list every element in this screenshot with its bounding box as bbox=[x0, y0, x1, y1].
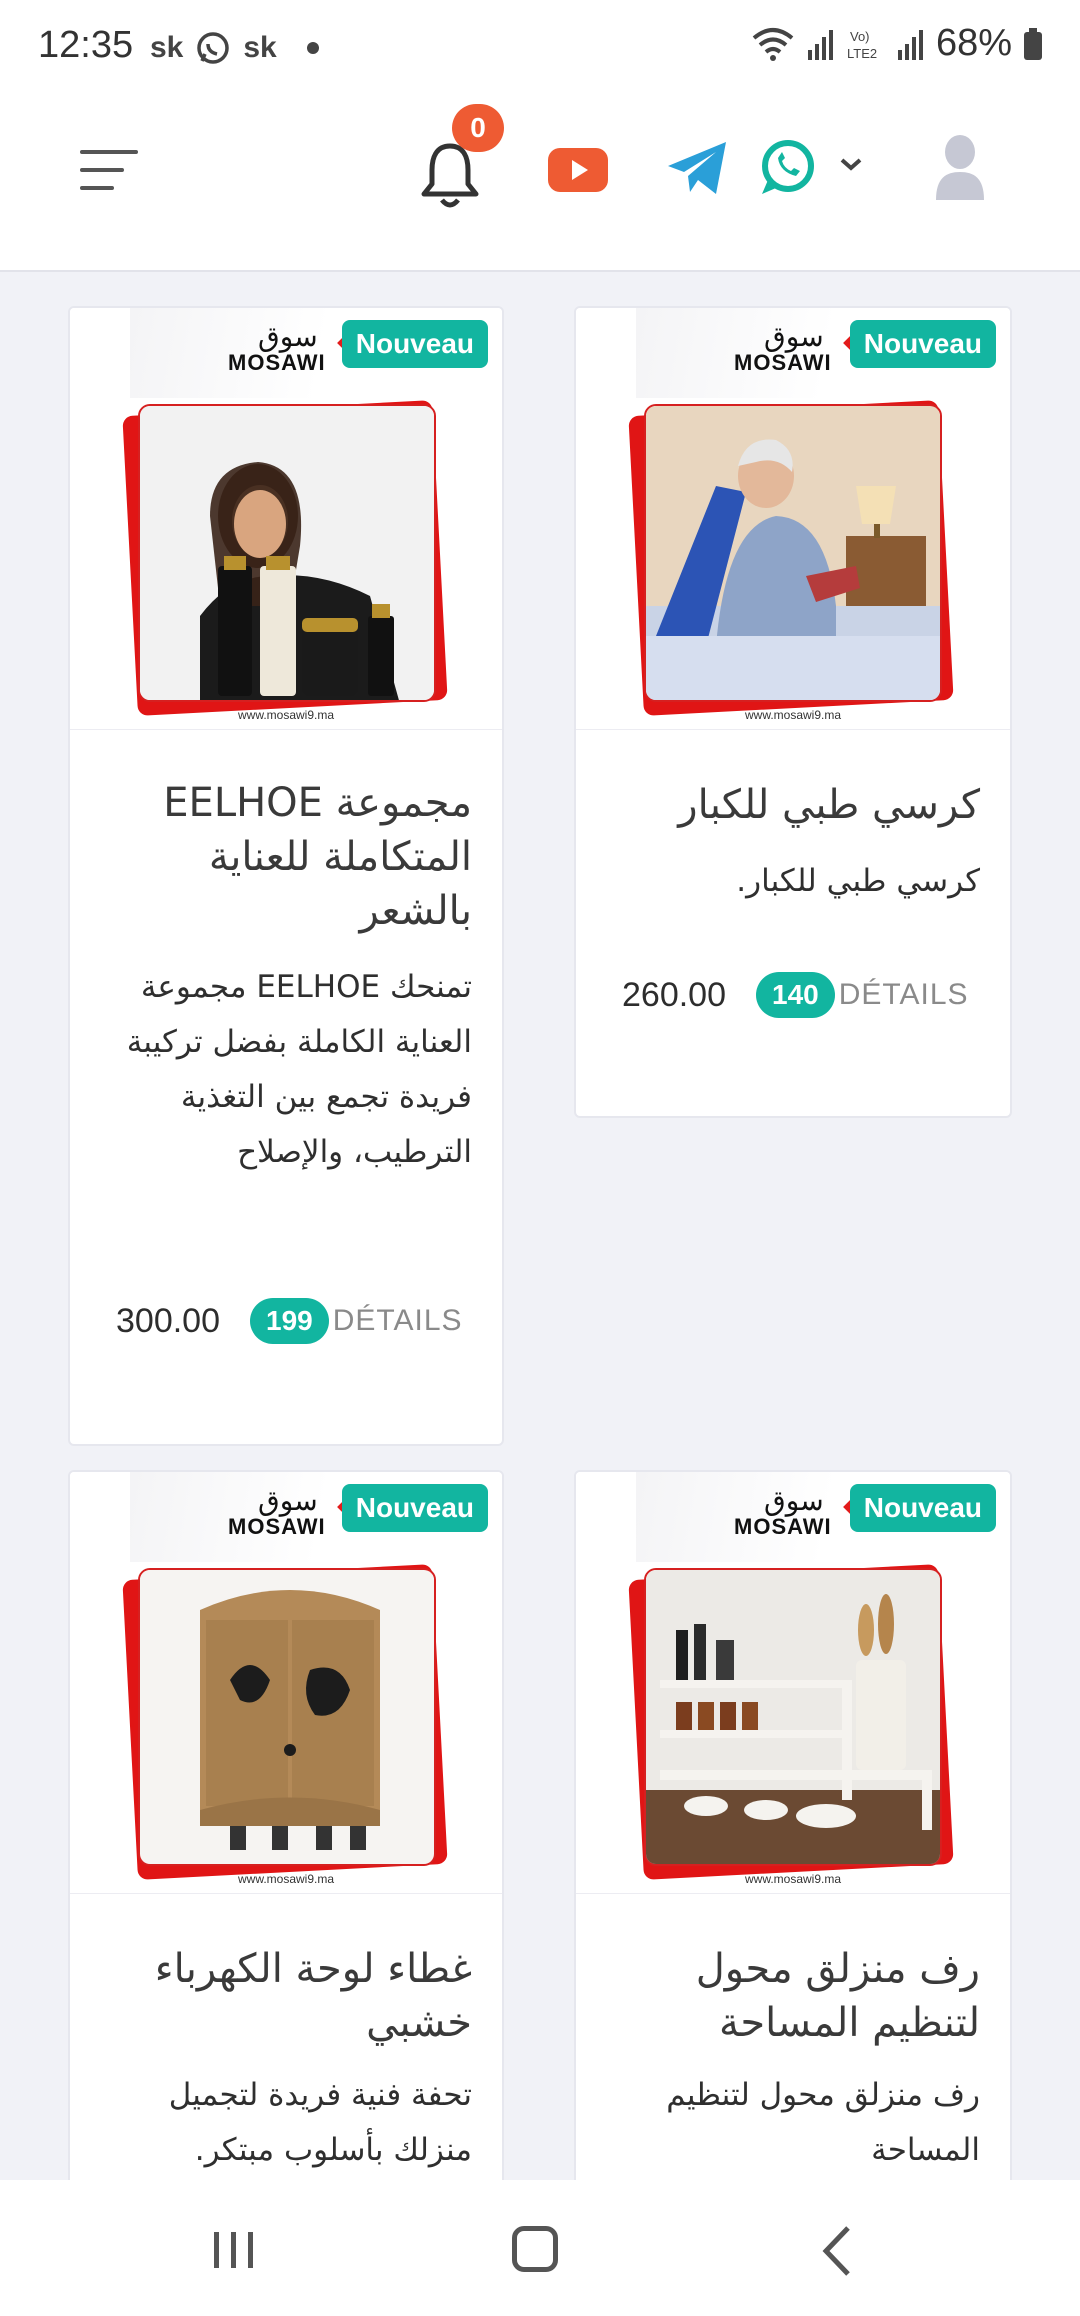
product-photo bbox=[644, 404, 942, 702]
user-avatar-icon[interactable] bbox=[934, 134, 986, 202]
product-description: رف منزلق محول لتنظيم المساحة bbox=[666, 2077, 980, 2168]
brand-logo: سوق MOSAWI bbox=[734, 1486, 863, 1538]
site-url: www.mosawi9.ma bbox=[744, 708, 842, 722]
product-photo bbox=[138, 404, 436, 702]
new-badge: Nouveau bbox=[849, 1484, 996, 1532]
product-title[interactable]: مجموعة EELHOE المتكاملة للعناية بالشعر bbox=[116, 776, 472, 938]
wifi-icon bbox=[752, 27, 794, 61]
recent-apps-icon[interactable] bbox=[212, 2230, 256, 2270]
brand-logo: سوق MOSAWI bbox=[228, 1486, 357, 1538]
price-row: 260.00 140 DÉTAILS bbox=[622, 972, 969, 1018]
site-url: www.mosawi9.ma bbox=[237, 708, 335, 722]
more-notifications-dot bbox=[306, 42, 319, 54]
brand-logo: سوق MOSAWI bbox=[734, 322, 863, 374]
product-description: تحفة فنية فريدة لتجميل منزلك بأسلوب مبتك… bbox=[168, 2077, 472, 2168]
views-count-badge: 140 bbox=[756, 972, 835, 1018]
chevron-down-icon[interactable] bbox=[836, 152, 866, 176]
system-navigation-bar bbox=[0, 2180, 1080, 2316]
battery-icon bbox=[1024, 27, 1042, 60]
new-badge: Nouveau bbox=[341, 320, 488, 368]
product-card[interactable]: سوق MOSAWI Nouveau www.mosawi9.ma غطاء ل… bbox=[68, 1470, 504, 2230]
new-badge: Nouveau bbox=[849, 320, 996, 368]
menu-icon[interactable] bbox=[80, 148, 138, 194]
product-description: تمنحك EELHOE مجموعة العناية الكاملة بفضل… bbox=[126, 969, 472, 1170]
back-icon[interactable] bbox=[820, 2224, 854, 2278]
product-image[interactable]: سوق MOSAWI Nouveau www.mosawi9.ma bbox=[576, 1472, 1010, 1894]
signal-icon-1 bbox=[807, 29, 833, 60]
product-card[interactable]: سوق MOSAWI Nouveau bbox=[574, 1470, 1012, 2230]
product-title[interactable]: كرسي طبي للكبار bbox=[622, 778, 980, 832]
status-right: Vo) LTE2 68% bbox=[750, 22, 1044, 65]
volte-icon: Vo) LTE2 bbox=[847, 29, 877, 61]
svg-text:LTE2: LTE2 bbox=[847, 46, 877, 61]
notif-sk-2: sk bbox=[243, 31, 277, 64]
status-bar: 12:35 sk sk Vo) LTE2 68% bbox=[0, 0, 1080, 96]
status-notifications: sk sk bbox=[150, 30, 319, 66]
product-photo bbox=[644, 1568, 942, 1866]
status-time: 12:35 bbox=[38, 24, 134, 66]
youtube-icon[interactable] bbox=[548, 148, 608, 192]
site-header: 0 bbox=[0, 96, 1080, 272]
whatsapp-status-icon bbox=[197, 32, 230, 64]
site-url: www.mosawi9.ma bbox=[237, 1872, 335, 1886]
views-count-badge: 199 bbox=[250, 1298, 329, 1344]
whatsapp-icon[interactable] bbox=[758, 138, 816, 196]
product-card[interactable]: سوق MOSAWI Nouveau bbox=[68, 306, 504, 1446]
product-price: 300.00 bbox=[116, 1301, 220, 1340]
notification-count-badge: 0 bbox=[452, 104, 504, 152]
battery-percent: 68% bbox=[935, 22, 1012, 64]
svg-text:Vo): Vo) bbox=[850, 29, 870, 44]
site-url: www.mosawi9.ma bbox=[744, 1872, 842, 1886]
new-badge: Nouveau bbox=[341, 1484, 488, 1532]
brand-logo: سوق MOSAWI bbox=[228, 322, 357, 374]
product-image[interactable]: سوق MOSAWI Nouveau www.mosawi9.ma bbox=[576, 308, 1010, 730]
product-title[interactable]: غطاء لوحة الكهرباء خشبي bbox=[116, 1942, 472, 2050]
product-image[interactable]: سوق MOSAWI Nouveau www.mosawi9.ma bbox=[70, 1472, 502, 1894]
product-photo bbox=[138, 1568, 436, 1866]
notif-sk-1: sk bbox=[150, 31, 184, 64]
details-link[interactable]: DÉTAILS bbox=[839, 978, 969, 1012]
product-price: 260.00 bbox=[622, 975, 726, 1014]
product-image[interactable]: سوق MOSAWI Nouveau www.mosawi9.ma bbox=[70, 308, 502, 730]
telegram-icon[interactable] bbox=[666, 140, 728, 196]
home-icon[interactable] bbox=[512, 2226, 558, 2272]
price-row: 300.00 199 DÉTAILS bbox=[116, 1298, 463, 1344]
product-description: كرسي طبي للكبار. bbox=[736, 863, 980, 899]
details-link[interactable]: DÉTAILS bbox=[333, 1304, 463, 1338]
signal-icon-2 bbox=[897, 29, 923, 60]
product-card[interactable]: سوق MOSAWI Nouveau www.mosawi9.ma كرسي ط… bbox=[574, 306, 1012, 1118]
product-title[interactable]: رف منزلق محول لتنظيم المساحة bbox=[622, 1942, 980, 2050]
